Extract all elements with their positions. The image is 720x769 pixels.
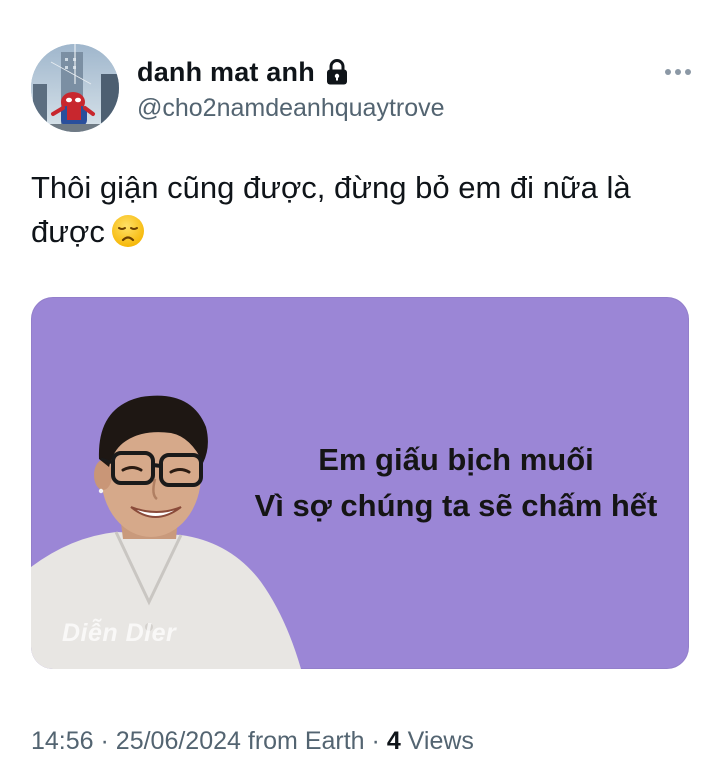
- tweet-text-line-1: Thôi giận cũng được, đừng bỏ em đi nữa l…: [31, 170, 631, 205]
- tweet-meta: 14:56 · 25/06/2024 from Earth · 4 Views: [31, 727, 474, 756]
- tweet-text-line-2: được: [31, 210, 681, 254]
- spiderman-avatar-image: [31, 44, 119, 132]
- display-name-row[interactable]: danh mat anh: [137, 55, 350, 89]
- more-options-button[interactable]: [660, 60, 696, 84]
- avatar[interactable]: [31, 44, 119, 132]
- views-label[interactable]: Views: [408, 727, 474, 755]
- tweet-text: Thôi giận cũng được, đừng bỏ em đi nữa l…: [31, 166, 681, 254]
- tweet-source: from Earth: [247, 727, 365, 755]
- more-dots-icon: [665, 69, 671, 75]
- more-dot: [685, 69, 691, 75]
- tweet-text-line-2-word: được: [31, 214, 105, 249]
- watermark: Diễn Dler: [62, 619, 177, 647]
- user-handle[interactable]: @cho2namdeanhquaytrove: [137, 94, 445, 123]
- disappointed-face-emoji-icon: [111, 214, 145, 248]
- more-dot: [675, 69, 681, 75]
- meta-separator: ·: [100, 727, 109, 755]
- tweet-time[interactable]: 14:56: [31, 727, 94, 755]
- tweet-media-image[interactable]: Em giấu bịch muối Vì sợ chúng ta sẽ chấm…: [31, 297, 689, 669]
- meta-separator: ·: [371, 727, 380, 755]
- tweet-date[interactable]: 25/06/2024: [116, 727, 241, 755]
- lock-icon: [324, 58, 350, 86]
- views-count[interactable]: 4: [387, 727, 401, 755]
- display-name[interactable]: danh mat anh: [137, 57, 315, 88]
